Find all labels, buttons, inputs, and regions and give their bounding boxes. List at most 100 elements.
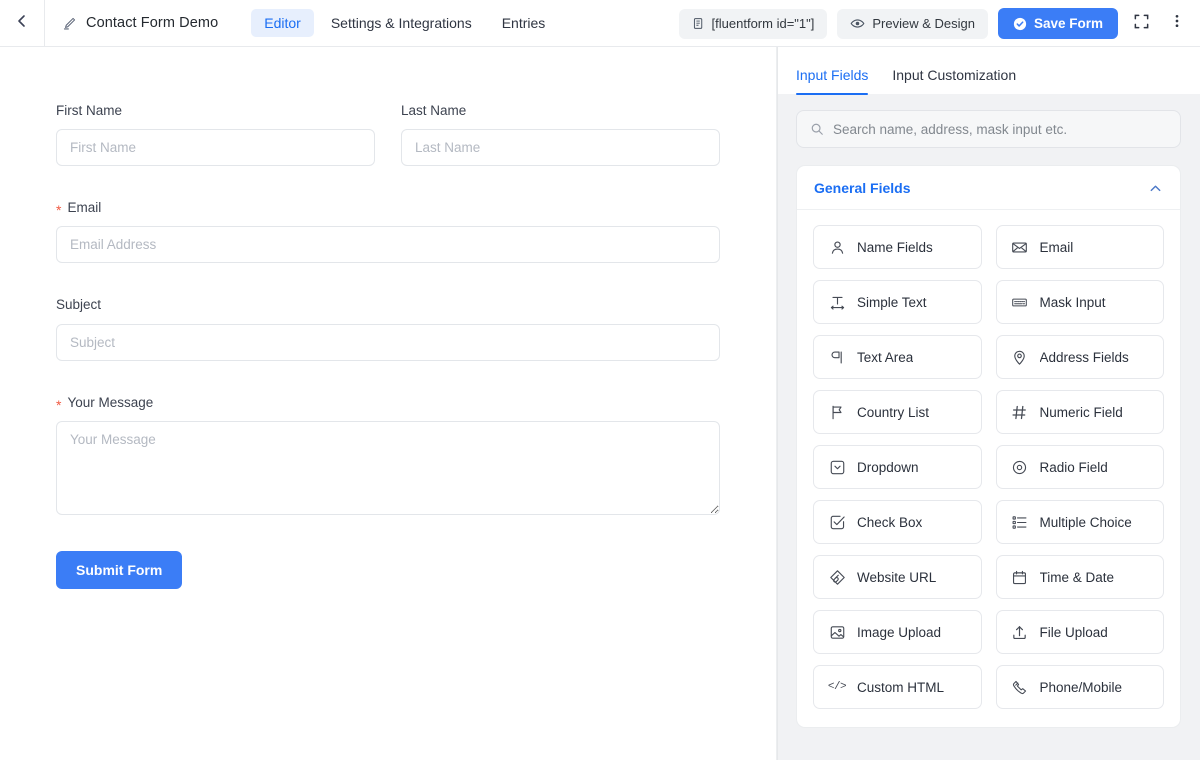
form-title-group[interactable]: Contact Form Demo xyxy=(45,0,235,47)
field-item-text-area[interactable]: Text Area xyxy=(813,335,982,379)
field-item-address-fields[interactable]: Address Fields xyxy=(995,335,1164,379)
link-diamond-icon xyxy=(828,568,846,586)
first-name-input[interactable] xyxy=(56,129,375,167)
field-item-email[interactable]: Email xyxy=(995,225,1164,269)
first-name-label: First Name xyxy=(56,103,123,118)
field-item-label: Phone/Mobile xyxy=(1039,679,1123,695)
phone-icon xyxy=(1011,678,1029,696)
field-label: Last Name xyxy=(401,103,720,119)
field-item-label: Website URL xyxy=(857,569,937,585)
field-item-label: Email xyxy=(1039,239,1074,255)
pencil-icon xyxy=(62,16,77,31)
field-item-custom-html[interactable]: </> Custom HTML xyxy=(813,665,982,709)
text-width-icon xyxy=(828,293,846,311)
image-icon xyxy=(828,623,846,641)
required-marker: * xyxy=(56,396,62,413)
toolbar-actions: [fluentform id="1"] Preview & Design Sav… xyxy=(678,0,1190,47)
search-field-box[interactable] xyxy=(796,110,1181,148)
preview-design-button[interactable]: Preview & Design xyxy=(837,8,988,39)
field-email: * Email xyxy=(56,200,720,264)
field-item-label: Image Upload xyxy=(857,624,942,640)
dropdown-icon xyxy=(828,458,846,476)
check-circle-icon xyxy=(1013,17,1027,31)
general-fields-header[interactable]: General Fields xyxy=(797,166,1180,210)
calendar-icon xyxy=(1011,568,1029,586)
field-item-name-fields[interactable]: Name Fields xyxy=(813,225,982,269)
primary-nav-tabs: Editor Settings & Integrations Entries xyxy=(251,9,558,37)
form-builder-app: Contact Form Demo Editor Settings & Inte… xyxy=(0,0,1200,760)
check-square-icon xyxy=(828,513,846,531)
shortcode-label: [fluentform id="1"] xyxy=(711,16,815,31)
last-name-label: Last Name xyxy=(401,103,467,118)
field-last-name: Last Name xyxy=(401,103,720,167)
map-pin-icon xyxy=(1011,348,1029,366)
submit-form-button[interactable]: Submit Form xyxy=(56,550,183,589)
sidebar-content: General Fields Name Fields xyxy=(778,94,1200,760)
field-item-label: Text Area xyxy=(857,349,914,365)
field-item-multiple-choice[interactable]: Multiple Choice xyxy=(995,500,1164,544)
more-options-button[interactable] xyxy=(1164,9,1190,39)
tab-input-customization[interactable]: Input Customization xyxy=(892,67,1016,94)
mask-input-icon xyxy=(1011,293,1029,311)
sidebar-tabs: Input Fields Input Customization xyxy=(778,47,1200,95)
field-your-message: * Your Message xyxy=(56,395,720,515)
subject-input[interactable] xyxy=(56,323,720,361)
field-item-label: Name Fields xyxy=(857,239,933,255)
field-item-image-upload[interactable]: Image Upload xyxy=(813,610,982,654)
field-label: * Your Message xyxy=(56,394,720,413)
save-form-button[interactable]: Save Form xyxy=(997,8,1118,39)
shortcode-chip[interactable]: [fluentform id="1"] xyxy=(678,8,828,39)
form-canvas: First Name Last Name * Email xyxy=(0,47,777,760)
preview-design-label: Preview & Design xyxy=(872,16,975,31)
eye-icon xyxy=(850,16,865,31)
field-item-label: Check Box xyxy=(857,514,923,530)
tab-input-fields[interactable]: Input Fields xyxy=(796,67,869,95)
general-fields-panel: General Fields Name Fields Email Simple … xyxy=(796,165,1181,728)
tab-settings-integrations[interactable]: Settings & Integrations xyxy=(318,9,485,37)
field-item-label: Numeric Field xyxy=(1039,404,1123,420)
back-button[interactable] xyxy=(0,0,44,46)
field-item-label: Mask Input xyxy=(1039,294,1106,310)
general-fields-grid: Name Fields Email Simple Text Mask Input… xyxy=(797,210,1180,727)
field-item-phone-mobile[interactable]: Phone/Mobile xyxy=(995,665,1164,709)
email-input[interactable] xyxy=(56,226,720,264)
hash-icon xyxy=(1011,403,1029,421)
field-item-check-box[interactable]: Check Box xyxy=(813,500,982,544)
field-item-file-upload[interactable]: File Upload xyxy=(995,610,1164,654)
flag-icon xyxy=(828,403,846,421)
field-item-simple-text[interactable]: Simple Text xyxy=(813,280,982,324)
expand-icon xyxy=(1133,13,1150,35)
field-item-time-date[interactable]: Time & Date xyxy=(995,555,1164,599)
tab-entries[interactable]: Entries xyxy=(489,9,559,37)
field-item-label: Multiple Choice xyxy=(1039,514,1132,530)
workspace: First Name Last Name * Email xyxy=(0,47,1200,760)
save-form-label: Save Form xyxy=(1033,16,1103,31)
field-item-label: File Upload xyxy=(1039,624,1108,640)
search-input[interactable] xyxy=(833,121,1167,137)
code-icon: </> xyxy=(827,681,847,693)
field-item-website-url[interactable]: Website URL xyxy=(813,555,982,599)
paragraph-icon xyxy=(828,348,846,366)
your-message-textarea[interactable] xyxy=(56,420,720,515)
field-item-label: Address Fields xyxy=(1039,349,1129,365)
field-item-label: Custom HTML xyxy=(857,679,945,695)
last-name-input[interactable] xyxy=(401,129,720,167)
chevron-up-icon[interactable] xyxy=(1148,181,1163,196)
field-item-mask-input[interactable]: Mask Input xyxy=(995,280,1164,324)
field-item-label: Radio Field xyxy=(1039,459,1108,475)
field-item-country-list[interactable]: Country List xyxy=(813,390,982,434)
field-label: Subject xyxy=(56,297,720,313)
field-item-dropdown[interactable]: Dropdown xyxy=(813,445,982,489)
field-label: First Name xyxy=(56,103,375,119)
field-item-label: Time & Date xyxy=(1039,569,1115,585)
general-fields-title: General Fields xyxy=(814,180,911,196)
field-subject: Subject xyxy=(56,297,720,361)
field-item-numeric-field[interactable]: Numeric Field xyxy=(995,390,1164,434)
copy-icon xyxy=(692,17,705,30)
fullscreen-button[interactable] xyxy=(1128,9,1154,39)
your-message-label: Your Message xyxy=(67,394,154,410)
user-icon xyxy=(828,238,846,256)
tab-editor[interactable]: Editor xyxy=(251,9,314,37)
field-item-radio-field[interactable]: Radio Field xyxy=(995,445,1164,489)
field-item-label: Country List xyxy=(857,404,930,420)
